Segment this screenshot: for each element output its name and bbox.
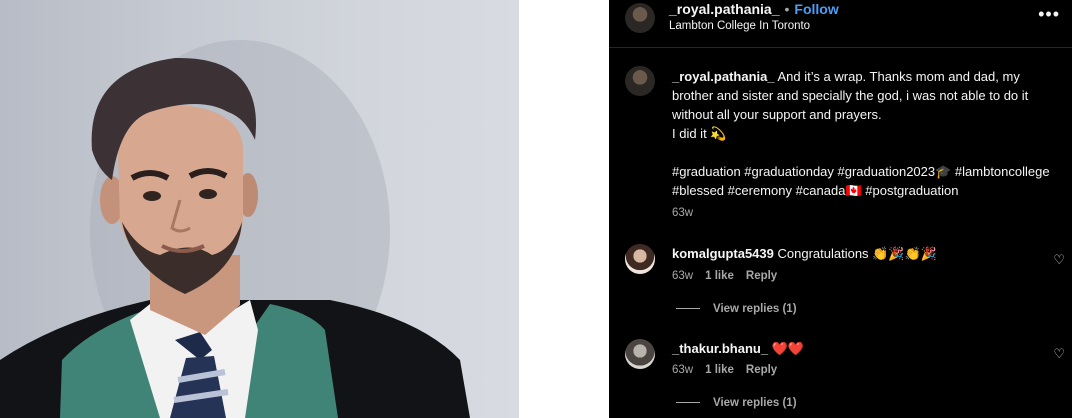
post-location[interactable]: Lambton College In Toronto [669,20,810,32]
caption-line2: I did it 💫 [672,126,727,141]
comment-item: _thakur.bhanu_ ❤️❤️ [672,341,1052,357]
more-horizontal-icon[interactable]: ••• [1038,4,1060,25]
caption-hashtags[interactable]: #graduation #graduationday #graduation20… [672,162,1052,200]
post-photo [0,0,519,418]
comment-item: komalgupta5439 Congratulations 👏🎉👏🎉 [672,246,1052,262]
graduate-portrait [0,40,470,418]
comment-text: ❤️❤️ [771,341,805,356]
view-replies[interactable]: View replies (1) [676,397,797,409]
heart-icon[interactable]: ♡ [1053,252,1065,268]
comment-username[interactable]: komalgupta5439 [672,246,774,261]
owner-avatar[interactable] [625,3,655,33]
comment-time: 63w [672,270,694,282]
post-caption: _royal.pathania_ And it’s a wrap. Thanks… [672,67,1052,223]
heart-icon[interactable]: ♡ [1053,346,1065,362]
owner-username[interactable]: _royal.pathania_ [669,1,780,17]
reply-button[interactable]: Reply [746,364,777,376]
comment-likes[interactable]: 1 like [705,364,734,376]
comment-meta: 63w 1 like Reply [672,364,789,376]
caption-username[interactable]: _royal.pathania_ [672,69,775,84]
view-replies[interactable]: View replies (1) [676,303,797,315]
post-header: _royal.pathania_ • Follow [669,1,839,17]
caption-avatar[interactable] [625,66,655,96]
comment-meta: 63w 1 like Reply [672,270,789,282]
view-replies-label[interactable]: View replies (1) [713,303,797,315]
reply-button[interactable]: Reply [746,270,777,282]
replies-line [676,402,700,404]
view-replies-label[interactable]: View replies (1) [713,397,797,409]
header-divider [609,47,1072,48]
comment-text: Congratulations 👏🎉👏🎉 [777,246,937,261]
replies-line [676,308,700,310]
separator-dot: • [784,1,790,17]
comment-username[interactable]: _thakur.bhanu_ [672,341,768,356]
post-panel: _royal.pathania_ • Follow Lambton College … [609,0,1072,418]
follow-button[interactable]: Follow [794,1,838,17]
commenter-avatar[interactable] [625,339,655,369]
comment-likes[interactable]: 1 like [705,270,734,282]
commenter-avatar[interactable] [625,244,655,274]
comment-time: 63w [672,364,694,376]
caption-time: 63w [672,207,694,219]
